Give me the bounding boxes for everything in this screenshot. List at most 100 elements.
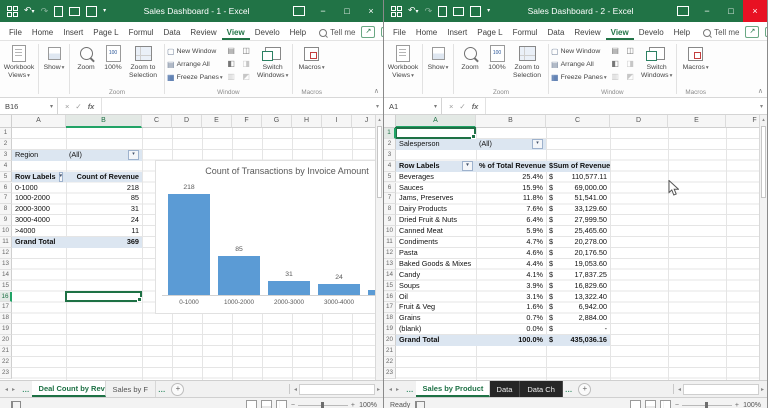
- ribbon-tab-data[interactable]: Data: [159, 26, 186, 40]
- pivot-cell[interactable]: 0.0%: [476, 324, 546, 335]
- pivot-cell[interactable]: $20,278.00: [546, 237, 610, 248]
- page-layout-view-icon[interactable]: [261, 400, 272, 408]
- column-header-I[interactable]: I: [322, 115, 352, 128]
- zoom-in-icon[interactable]: +: [351, 402, 355, 408]
- row-header-22[interactable]: 22: [0, 357, 12, 368]
- pivot-cell[interactable]: 15.9%: [476, 183, 546, 194]
- zoom-100-button[interactable]: 100%: [484, 44, 510, 72]
- minimize-button[interactable]: −: [695, 0, 719, 22]
- scroll-left-icon[interactable]: ◂: [294, 386, 297, 393]
- row-header-11[interactable]: 11: [384, 237, 396, 248]
- insert-function-icon[interactable]: fx: [88, 102, 95, 111]
- new-window-button[interactable]: ▢New Window: [167, 45, 223, 57]
- horizontal-scrollbar[interactable]: ◂▸: [287, 384, 383, 395]
- pivot-cell[interactable]: % of Total Revenue: [476, 161, 546, 172]
- enter-icon[interactable]: ✓: [459, 102, 465, 111]
- row-header-19[interactable]: 19: [384, 324, 396, 335]
- column-header-D[interactable]: D: [172, 115, 202, 128]
- ribbon-tab-insert[interactable]: Insert: [58, 26, 88, 40]
- page-break-view-icon[interactable]: [660, 400, 671, 408]
- zoom-slider[interactable]: −+: [675, 402, 739, 408]
- pivot-cell[interactable]: 3.1%: [476, 292, 546, 303]
- column-header-G[interactable]: G: [262, 115, 292, 128]
- column-header-C[interactable]: C: [546, 115, 610, 128]
- row-header-14[interactable]: 14: [0, 270, 12, 281]
- pivot-data-row[interactable]: Dairy Products7.6%$33,129.60: [396, 204, 610, 215]
- normal-view-icon[interactable]: [630, 400, 641, 408]
- arrange-all-button[interactable]: ▤Arrange All: [551, 58, 607, 70]
- freeze-panes-button[interactable]: ▦Freeze Panes: [551, 71, 607, 83]
- cancel-icon[interactable]: ×: [65, 102, 69, 111]
- more-sheets-icon[interactable]: …: [20, 381, 32, 397]
- ribbon-tab-page-l[interactable]: Page L: [472, 26, 507, 40]
- macro-record-icon[interactable]: [415, 401, 425, 408]
- zoom-out-icon[interactable]: −: [291, 402, 295, 408]
- prev-sheet-icon[interactable]: ◂: [5, 386, 8, 393]
- more-sheets-icon[interactable]: …: [156, 381, 168, 397]
- show-button[interactable]: Show: [425, 44, 451, 73]
- zoom-thumb[interactable]: [321, 402, 324, 408]
- vertical-scrollbar[interactable]: ▴: [375, 115, 383, 380]
- open-button[interactable]: [453, 7, 464, 16]
- pivot-cell[interactable]: Oil: [396, 292, 476, 303]
- hide-button[interactable]: ◧: [226, 58, 237, 70]
- minimize-button[interactable]: −: [311, 0, 335, 22]
- excel-logo-icon[interactable]: [391, 6, 402, 17]
- pivot-cell[interactable]: 7.6%: [476, 204, 546, 215]
- column-header-E[interactable]: E: [668, 115, 726, 128]
- pivot-data-row[interactable]: Sauces15.9%$69,000.00: [396, 183, 610, 194]
- column-header-E[interactable]: E: [202, 115, 232, 128]
- pivot-cell[interactable]: 4.1%: [476, 270, 546, 281]
- row-header-20[interactable]: 20: [0, 335, 12, 346]
- ribbon-tab-page-l[interactable]: Page L: [88, 26, 123, 40]
- row-header-10[interactable]: 10: [0, 226, 12, 237]
- pivot-cell[interactable]: Beverages: [396, 172, 476, 183]
- pivot-cell[interactable]: $435,036.16: [546, 335, 610, 346]
- pivot-cell[interactable]: 11: [66, 226, 142, 237]
- tell-me-search[interactable]: Tell me: [311, 28, 361, 40]
- pivot-cell[interactable]: (blank): [396, 324, 476, 335]
- pivot-cell[interactable]: $69,000.00: [546, 183, 610, 194]
- title-bar-1[interactable]: ↶▾ ↷ ▾ Sales Dashboard - 1 - Excel − □ ×: [0, 0, 383, 22]
- next-sheet-icon[interactable]: ▸: [12, 386, 15, 393]
- pivot-data-row[interactable]: Grains0.7%$2,884.00: [396, 313, 610, 324]
- sheet-tab-sales-by-product[interactable]: Sales by Product: [416, 381, 490, 397]
- pivot-cell[interactable]: $16,829.60: [546, 281, 610, 292]
- column-header-D[interactable]: D: [610, 115, 668, 128]
- pivot-cell[interactable]: $33,129.60: [546, 204, 610, 215]
- row-header-1[interactable]: 1: [0, 128, 12, 139]
- pivot-header-row[interactable]: Row Labels▾Count of Revenue: [12, 172, 142, 183]
- column-header-F[interactable]: F: [726, 115, 760, 128]
- sheet-tab-data-ch[interactable]: Data Ch: [520, 381, 563, 397]
- row-header-13[interactable]: 13: [0, 259, 12, 270]
- row-header-1[interactable]: 1: [384, 128, 396, 139]
- ribbon-tab-data[interactable]: Data: [543, 26, 570, 40]
- vertical-scroll-thumb[interactable]: [377, 126, 382, 198]
- pivot-cell[interactable]: 3000-4000: [12, 215, 66, 226]
- row-header-6[interactable]: 6: [0, 183, 12, 194]
- column-header-C[interactable]: C: [142, 115, 172, 128]
- pivot-cell[interactable]: Condiments: [396, 237, 476, 248]
- horizontal-scrollbar[interactable]: ◂▸: [671, 384, 767, 395]
- row-header-13[interactable]: 13: [384, 259, 396, 270]
- ribbon-tab-help[interactable]: Help: [669, 26, 695, 40]
- pivot-data-row[interactable]: Condiments4.7%$20,278.00: [396, 237, 610, 248]
- zoom-to-selection-button[interactable]: Zoom toSelection: [126, 44, 160, 79]
- arrange-all-button[interactable]: ▤Arrange All: [167, 58, 223, 70]
- ribbon-tab-file[interactable]: File: [388, 26, 411, 40]
- zoom-button[interactable]: Zoom: [72, 44, 100, 72]
- pivot-cell[interactable]: Grains: [396, 313, 476, 324]
- row-header-7[interactable]: 7: [0, 193, 12, 204]
- pivot-data-row[interactable]: Dried Fruit & Nuts6.4%$27,999.50: [396, 215, 610, 226]
- zoom-thumb[interactable]: [705, 402, 708, 408]
- cancel-icon[interactable]: ×: [449, 102, 453, 111]
- pivot-data-row[interactable]: Canned Meat5.9%$25,465.60: [396, 226, 610, 237]
- prev-sheet-icon[interactable]: ◂: [389, 386, 392, 393]
- new-sheet-button[interactable]: +: [578, 383, 591, 396]
- pivot-cell[interactable]: Row Labels▾: [396, 161, 476, 172]
- row-header-2[interactable]: 2: [384, 139, 396, 150]
- zoom-in-icon[interactable]: +: [735, 402, 739, 408]
- pivot-cell[interactable]: $6,942.00: [546, 302, 610, 313]
- pivot-cell[interactable]: Dairy Products: [396, 204, 476, 215]
- zoom-level[interactable]: 100%: [359, 402, 377, 408]
